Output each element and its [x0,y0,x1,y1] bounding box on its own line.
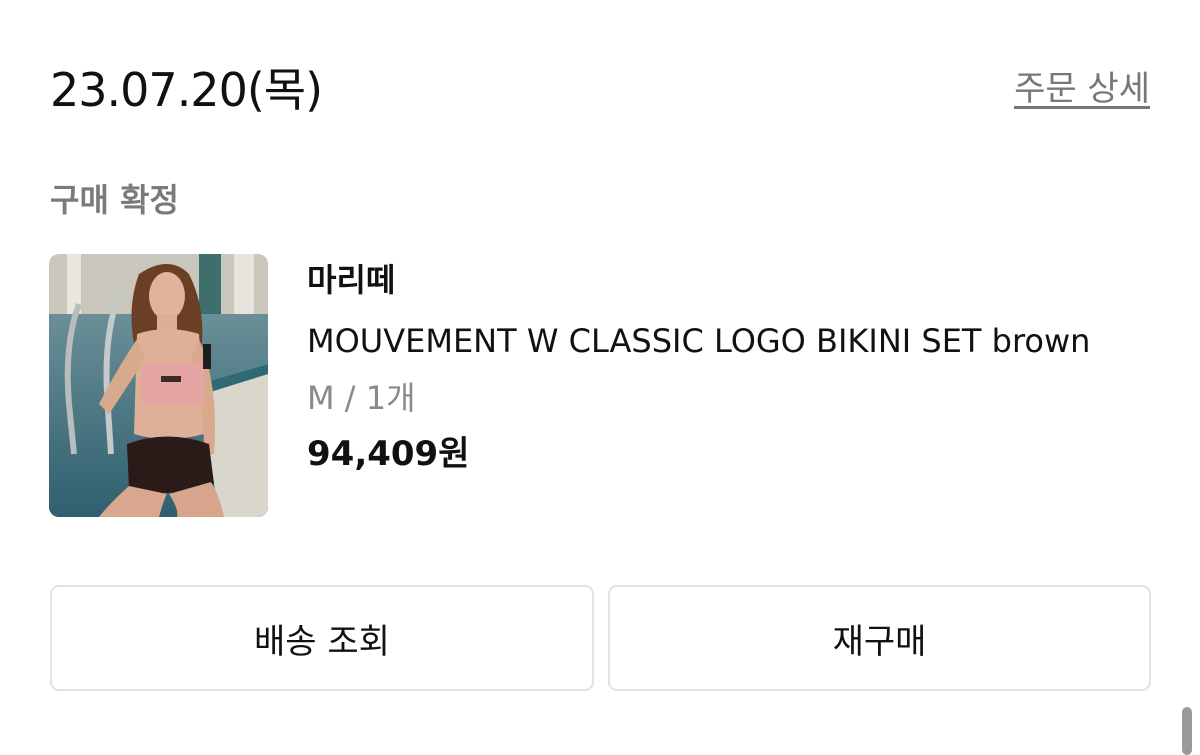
scrollbar[interactable] [1182,707,1192,755]
product-info: 마리떼 MOUVEMENT W CLASSIC LOGO BIKINI SET … [307,256,1167,482]
product-option: M / 1개 [307,379,416,417]
order-detail-link[interactable]: 주문 상세 [1014,66,1150,112]
reorder-button[interactable]: 재구매 [608,585,1151,691]
product-price: 94,409원 [307,434,470,474]
order-status: 구매 확정 [50,181,179,219]
product-thumbnail[interactable] [49,254,268,517]
order-date: 23.07.20(목) [50,63,323,117]
product-photo [49,254,268,517]
order-card: 23.07.20(목) 주문 상세 구매 확정 마리떼 MOUVEMENT W … [0,0,1200,755]
product-name[interactable]: MOUVEMENT W CLASSIC LOGO BIKINI SET brow… [307,314,1107,368]
brand-name[interactable]: 마리떼 [307,256,1167,304]
delivery-tracking-button[interactable]: 배송 조회 [50,585,594,691]
